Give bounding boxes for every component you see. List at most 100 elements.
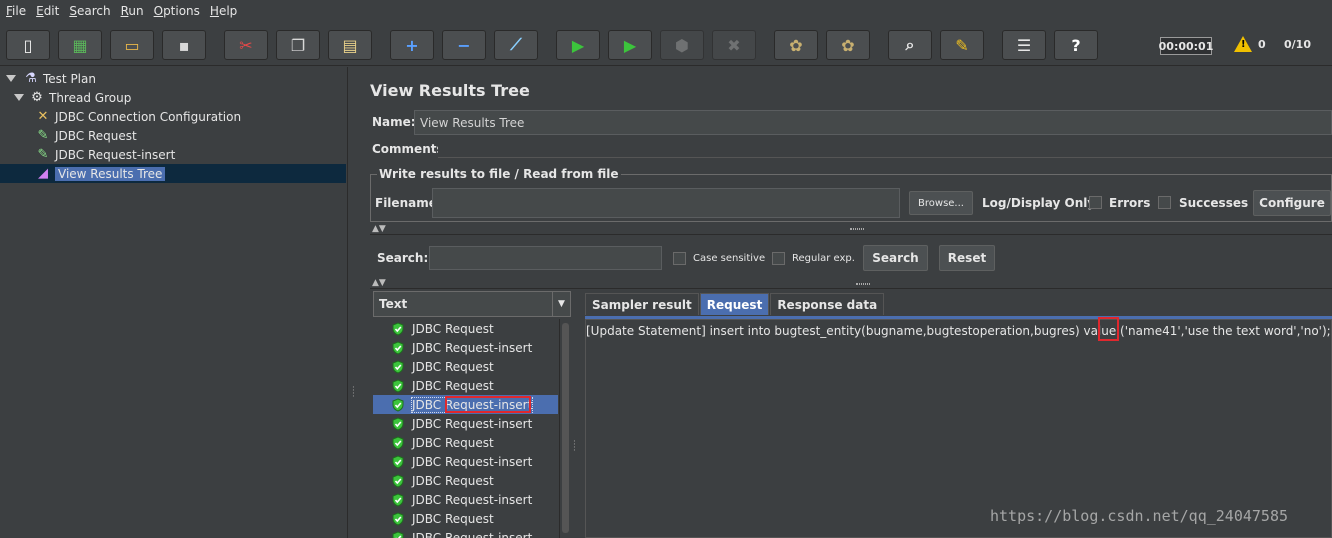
stop-button[interactable]: ⬢	[660, 30, 704, 60]
start-button[interactable]: ▶	[556, 30, 600, 60]
clear-button[interactable]: ✿	[774, 30, 818, 60]
tree-item-thread-group[interactable]: ⚙ Thread Group	[28, 88, 131, 107]
result-list-item[interactable]: JDBC Request	[373, 433, 558, 452]
result-label: JDBC Request	[412, 435, 494, 450]
main-split-divider[interactable]: · · · ·	[348, 67, 360, 538]
tree-item-jdbc-connection-configuration[interactable]: ✕ JDBC Connection Configuration	[34, 107, 242, 126]
cut-button[interactable]: ✂	[224, 30, 268, 60]
menu-options[interactable]: Options	[154, 4, 200, 18]
tab-sampler-result[interactable]: Sampler result	[585, 293, 699, 315]
result-list-item[interactable]: JDBC Request-insert	[373, 395, 558, 414]
menu-file[interactable]: File	[6, 4, 26, 18]
tab-response-data[interactable]: Response data	[770, 293, 885, 315]
regular-exp-checkbox[interactable]	[772, 252, 785, 265]
paste-button[interactable]: ▤	[328, 30, 372, 60]
case-sensitive-checkbox[interactable]	[673, 252, 686, 265]
new-button[interactable]: ▯	[6, 30, 50, 60]
function-helper-button[interactable]: ☰	[1002, 30, 1046, 60]
new-icon: ▯	[23, 35, 33, 55]
toggle-icon: ⟋	[510, 35, 522, 54]
collapse-arrows-icon-2[interactable]: ▲▼	[372, 278, 386, 288]
renderer-select[interactable]: Text ▼	[373, 291, 571, 317]
start-no-pauses-button[interactable]: ▶	[608, 30, 652, 60]
reset-search-button[interactable]: ✎	[940, 30, 984, 60]
result-list-item[interactable]: JDBC Request	[373, 319, 558, 338]
results-split-divider[interactable]: · · · ·	[571, 291, 581, 538]
filename-label: Filename	[375, 196, 437, 210]
filename-input[interactable]	[432, 188, 900, 218]
templates-icon: ▦	[72, 35, 88, 55]
browse-button[interactable]: Browse...	[909, 191, 973, 215]
shutdown-button[interactable]: ✖	[712, 30, 756, 60]
results-scrollbar[interactable]	[559, 319, 571, 538]
comments-label: Comments:	[372, 142, 449, 156]
elapsed-timer: 00:00:01	[1159, 37, 1213, 55]
expand-button[interactable]: +	[390, 30, 434, 60]
templates-button[interactable]: ▦	[58, 30, 102, 60]
result-tabs: Sampler result Request Response data	[585, 293, 885, 315]
result-list-item[interactable]: JDBC Request-insert	[373, 490, 558, 509]
help-button[interactable]: ?	[1054, 30, 1098, 60]
success-shield-icon	[391, 378, 405, 393]
search-input[interactable]	[429, 246, 662, 270]
collapse-arrows-icon[interactable]: ▲▼	[372, 224, 386, 234]
request-text: [Update Statement] insert into bugtest_e…	[586, 324, 1331, 338]
configure-button[interactable]: Configure	[1253, 190, 1331, 216]
menu-edit[interactable]: Edit	[36, 4, 59, 18]
tree-item-label: JDBC Connection Configuration	[55, 109, 242, 124]
tree-item-jdbc-request-insert[interactable]: ✎ JDBC Request-insert	[34, 145, 176, 164]
tree-item-label: JDBC Request	[55, 128, 137, 143]
warning-indicator[interactable]: 0	[1234, 36, 1266, 52]
tree-item-jdbc-request[interactable]: ✎ JDBC Request	[34, 126, 137, 145]
success-shield-icon	[391, 340, 405, 355]
clear-all-button[interactable]: ✿	[826, 30, 870, 60]
log-display-label: Log/Display Only:	[982, 196, 1100, 210]
result-label: JDBC Request-insert	[412, 492, 533, 507]
results-list: JDBC Request JDBC Request-insert JDBC Requ…	[373, 319, 558, 538]
split-grip-icon: · · · ·	[352, 383, 355, 402]
result-list-item[interactable]: JDBC Request	[373, 357, 558, 376]
case-sensitive-label: Case sensitive	[693, 253, 766, 264]
menu-run[interactable]: Run	[121, 4, 144, 18]
active-threads: 0/10	[1284, 38, 1311, 51]
result-list-item[interactable]: JDBC Request-insert	[373, 528, 558, 538]
errors-checkbox[interactable]	[1089, 196, 1102, 209]
search-button[interactable]: ⌕	[888, 30, 932, 60]
result-list-item[interactable]: JDBC Request	[373, 509, 558, 528]
tree-item-test-plan[interactable]: ⚗ Test Plan	[22, 69, 96, 88]
search-label: Search:	[377, 251, 429, 265]
success-shield-icon	[391, 416, 405, 431]
watermark: https://blog.csdn.net/qq_24047585	[990, 507, 1289, 525]
success-shield-icon	[391, 435, 405, 450]
help-icon: ?	[1071, 35, 1081, 55]
save-button[interactable]: ▪	[162, 30, 206, 60]
result-label: JDBC Request	[412, 511, 494, 526]
expand-caret-icon[interactable]	[14, 94, 24, 101]
menu-search[interactable]: Search	[69, 4, 110, 18]
result-list-item[interactable]: JDBC Request-insert	[373, 414, 558, 433]
cut-icon: ✂	[239, 35, 253, 55]
name-label: Name:	[372, 115, 416, 129]
comments-input[interactable]	[438, 140, 1332, 158]
scrollbar-thumb[interactable]	[562, 323, 569, 533]
split-grip-top[interactable]	[850, 228, 864, 230]
expand-caret-icon[interactable]	[6, 75, 16, 82]
toggle-button[interactable]: ⟋	[494, 30, 538, 60]
copy-button[interactable]: ❐	[276, 30, 320, 60]
open-button[interactable]: ▭	[110, 30, 154, 60]
split-grip-bottom[interactable]	[856, 283, 870, 285]
result-list-item[interactable]: JDBC Request-insert	[373, 452, 558, 471]
search-button[interactable]: Search	[863, 245, 928, 271]
reset-button[interactable]: Reset	[939, 245, 995, 271]
successes-checkbox[interactable]	[1158, 196, 1171, 209]
copy-icon: ❐	[290, 35, 306, 55]
tree-item-view-results-tree[interactable]: ◢ View Results Tree	[0, 164, 346, 183]
result-list-item[interactable]: JDBC Request	[373, 376, 558, 395]
save-icon: ▪	[178, 35, 190, 55]
result-list-item[interactable]: JDBC Request	[373, 471, 558, 490]
result-list-item[interactable]: JDBC Request-insert	[373, 338, 558, 357]
menu-help[interactable]: Help	[210, 4, 237, 18]
name-input[interactable]: View Results Tree	[414, 110, 1332, 135]
collapse-button[interactable]: −	[442, 30, 486, 60]
tab-request[interactable]: Request	[699, 293, 770, 315]
